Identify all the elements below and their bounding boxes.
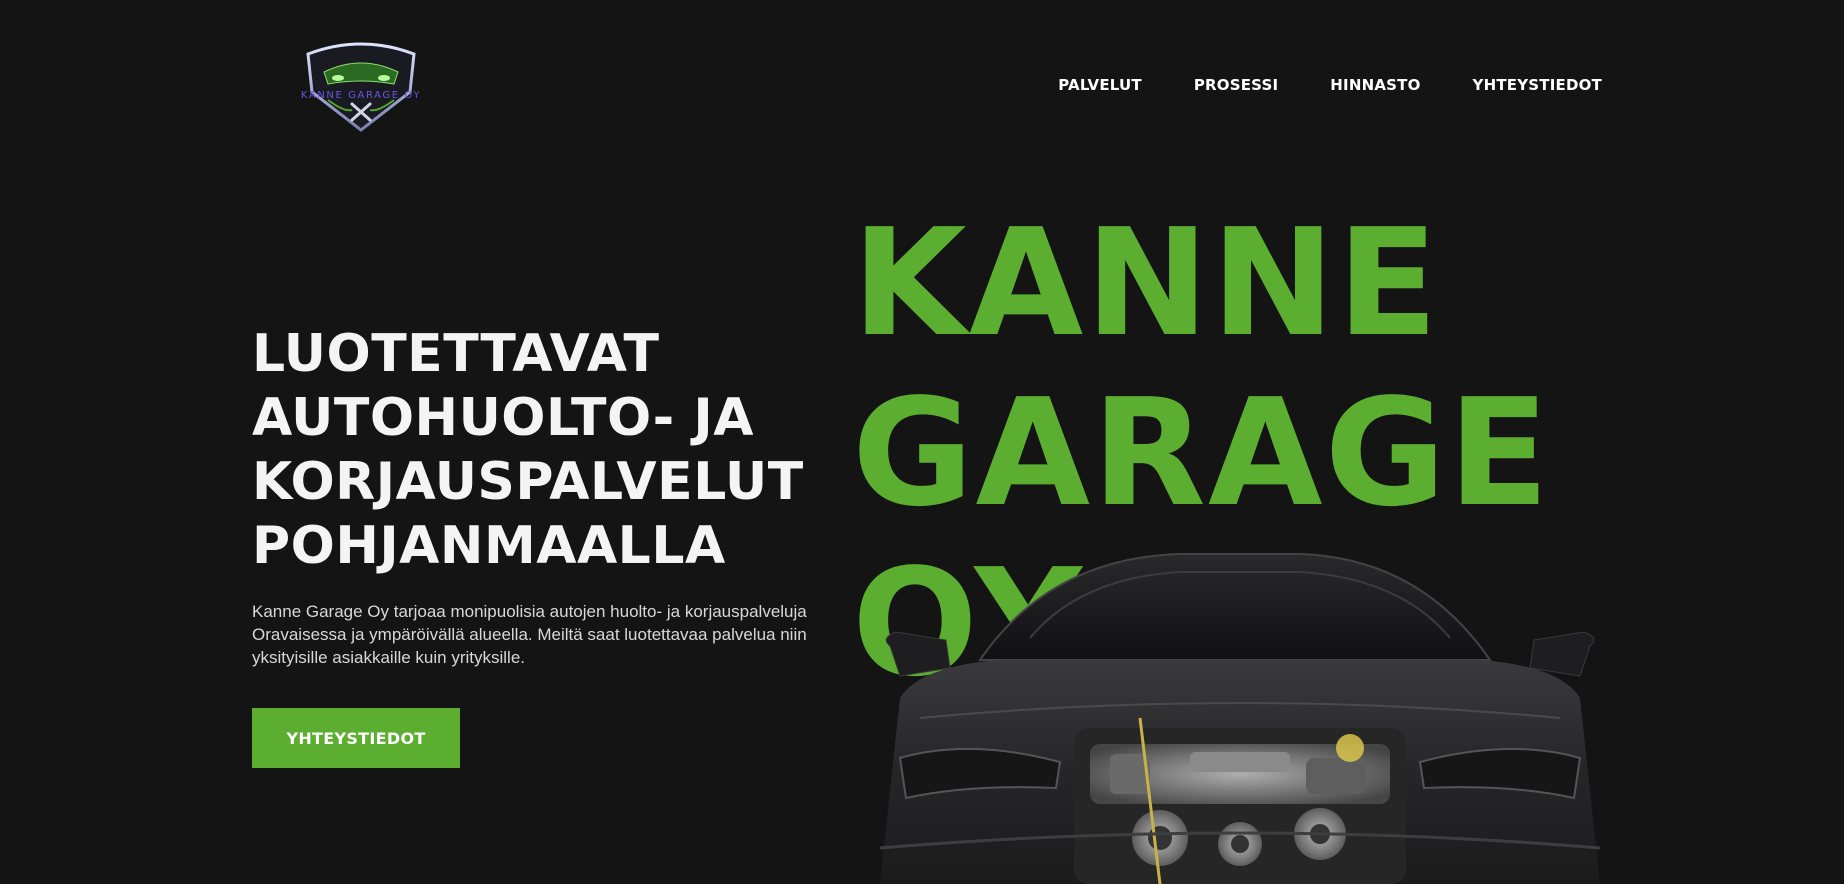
nav-hinnasto[interactable]: HINNASTO: [1330, 76, 1420, 94]
headline-line: AUTOHUOLTO- JA: [252, 388, 754, 448]
nav-prosessi[interactable]: PROSESSI: [1194, 76, 1278, 94]
site-logo[interactable]: KANNE GARAGE OY: [288, 40, 434, 132]
headline-line: POHJANMAALLA: [252, 516, 726, 576]
logo-text: KANNE GARAGE OY: [300, 90, 422, 101]
hero-lead-text: Kanne Garage Oy tarjoaa monipuolisia aut…: [252, 602, 807, 667]
wordmark-line: GARAGE: [852, 367, 1552, 539]
wordmark-line: KANNE: [852, 198, 1441, 369]
nav-yhteystiedot[interactable]: YHTEYSTIEDOT: [1473, 76, 1602, 94]
headline-line: LUOTETTAVAT: [252, 324, 660, 384]
headline-line: KORJAUSPALVELUT: [252, 452, 804, 512]
hero-headline: LUOTETTAVAT AUTOHUOLTO- JA KORJAUSPALVEL…: [252, 322, 852, 578]
nav-palvelut[interactable]: PALVELUT: [1058, 76, 1142, 94]
logo-emblem-icon: [306, 42, 416, 132]
contact-button[interactable]: YHTEYSTIEDOT: [252, 708, 460, 768]
car-engine-image: [860, 548, 1620, 884]
hero-section: LUOTETTAVAT AUTOHUOLTO- JA KORJAUSPALVEL…: [252, 322, 852, 669]
main-nav: PALVELUT PROSESSI HINNASTO YHTEYSTIEDOT: [1058, 76, 1602, 94]
